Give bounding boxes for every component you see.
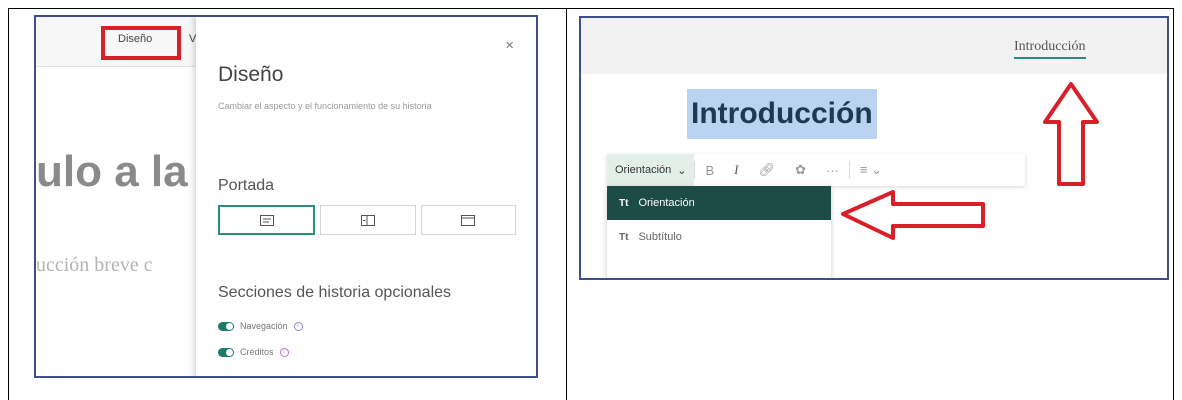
table-divider bbox=[566, 8, 567, 400]
cover-option-full[interactable] bbox=[420, 205, 516, 235]
panel-description: Cambiar el aspecto y el funcionamiento d… bbox=[218, 101, 432, 111]
credits-toggle-label: Créditos bbox=[240, 347, 274, 357]
text-style-icon: Tt bbox=[619, 231, 629, 243]
nav-item-introduccion[interactable]: Introducción bbox=[1014, 39, 1086, 59]
chevron-down-icon: ⌄ bbox=[677, 164, 687, 177]
cover-section-label: Portada bbox=[218, 177, 275, 194]
selected-heading[interactable]: Introducción bbox=[687, 89, 877, 139]
optional-sections-label: Secciones de historia opcionales bbox=[218, 284, 452, 301]
navigation-toggle-label: Navegación bbox=[240, 321, 288, 331]
info-icon[interactable]: i bbox=[279, 347, 289, 357]
link-icon[interactable]: 🔗︎ bbox=[749, 162, 786, 178]
left-arrow-icon bbox=[841, 190, 985, 240]
cover-option-minimal[interactable] bbox=[218, 205, 316, 235]
navigation-toggle-row: Navegación i bbox=[218, 321, 303, 331]
menu-item-subtitulo[interactable]: Tt Subtítulo bbox=[607, 220, 831, 254]
text-style-label: Orientación bbox=[615, 164, 672, 176]
credits-toggle-row: Créditos i bbox=[218, 347, 289, 357]
palette-icon[interactable]: ✿ bbox=[785, 162, 816, 178]
cover-full-icon bbox=[461, 214, 476, 226]
story-title-fragment: ulo a la bbox=[36, 147, 188, 196]
italic-button[interactable]: I bbox=[724, 162, 748, 178]
credits-toggle[interactable] bbox=[218, 347, 234, 357]
text-style-dropdown[interactable]: Orientación ⌄ bbox=[607, 154, 695, 186]
cover-sidebyside-icon bbox=[360, 214, 375, 226]
story-nav-bar: Introducción bbox=[581, 18, 1167, 74]
menu-item-label: Subtítulo bbox=[638, 231, 682, 243]
design-panel-screenshot: Diseño Vi ulo a la ucción breve c × Dise… bbox=[34, 15, 538, 378]
up-arrow-icon bbox=[1043, 82, 1099, 186]
cover-minimal-icon bbox=[259, 214, 274, 226]
cover-options bbox=[218, 205, 516, 235]
cover-option-sidebyside[interactable] bbox=[320, 205, 416, 235]
navigation-toggle[interactable] bbox=[218, 321, 234, 331]
text-style-menu: Tt Orientación Tt Subtítulo bbox=[607, 186, 831, 278]
more-options-button[interactable]: ··· bbox=[816, 163, 849, 178]
text-style-icon: Tt bbox=[619, 197, 629, 209]
design-panel: × Diseño Cambiar el aspecto y el funcion… bbox=[196, 17, 536, 376]
heading-style-screenshot: Introducción Introducción Orientación ⌄ … bbox=[579, 16, 1169, 280]
text-format-toolbar: Orientación ⌄ B I 🔗︎ ✿ ··· ≡ ⌄ bbox=[607, 154, 1025, 186]
close-icon[interactable]: × bbox=[505, 37, 514, 54]
story-intro-fragment: ucción breve c bbox=[36, 254, 153, 276]
highlight-box bbox=[101, 26, 181, 60]
menu-item-label: Orientación bbox=[638, 197, 695, 209]
panel-title: Diseño bbox=[218, 63, 284, 86]
align-icon[interactable]: ≡ ⌄ bbox=[850, 162, 892, 178]
menu-item-orientacion[interactable]: Tt Orientación bbox=[607, 186, 831, 220]
bold-button[interactable]: B bbox=[695, 163, 724, 178]
info-icon[interactable]: i bbox=[293, 321, 303, 331]
